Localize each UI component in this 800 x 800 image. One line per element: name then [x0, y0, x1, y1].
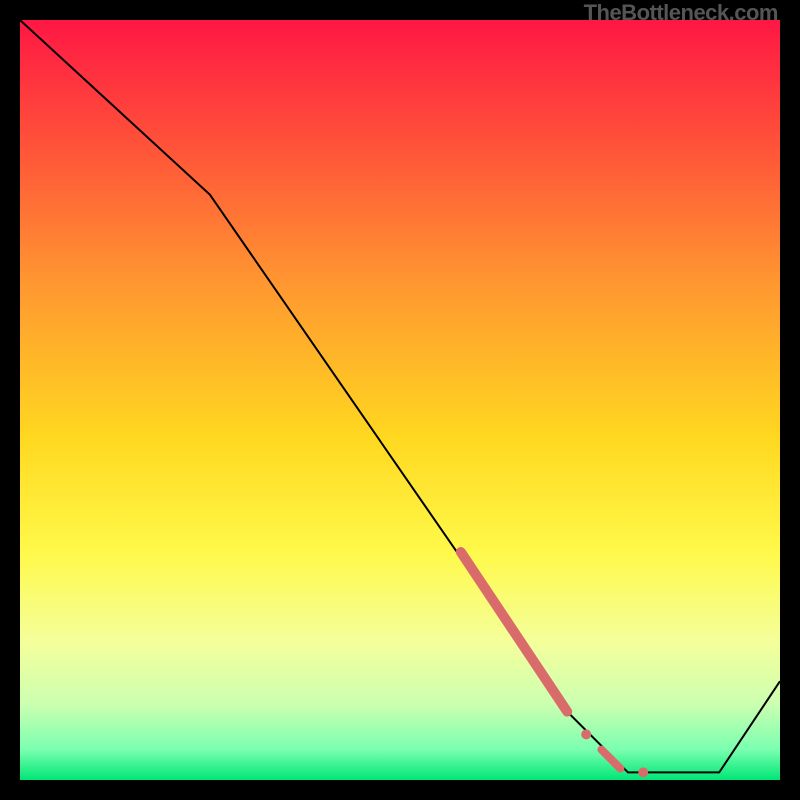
chart-svg — [20, 20, 780, 780]
chart-container: TheBottleneck.com — [0, 0, 800, 800]
gradient-background — [20, 20, 780, 780]
marker-dot-mid — [581, 729, 591, 739]
marker-dot-end — [638, 767, 648, 777]
